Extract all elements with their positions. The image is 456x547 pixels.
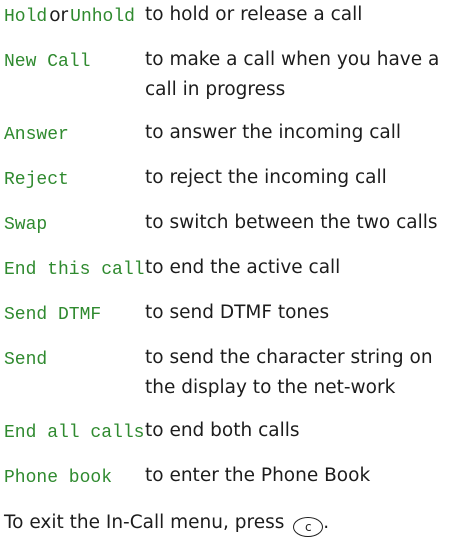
command-cell: End all calls (4, 416, 145, 461)
command-row-phone-book: Phone book to enter the Phone Book (4, 461, 452, 506)
command-description: to send the character string on the disp… (145, 347, 433, 398)
command-description: to switch between the two calls (145, 212, 438, 233)
exit-instruction: To exit the In-Call menu, press c. (4, 508, 452, 538)
command-cell: End this call (4, 253, 145, 298)
command-cell: New Call (4, 45, 145, 118)
command-row-new-call: New Call to make a call when you have a … (4, 45, 452, 118)
command-row-answer: Answer to answer the incoming call (4, 118, 452, 163)
command-end-all-calls: End all calls (4, 423, 145, 443)
command-row-reject: Reject to reject the incoming call (4, 163, 452, 208)
command-swap: Swap (4, 215, 48, 235)
command-hold: Hold (4, 7, 48, 27)
command-description: to reject the incoming call (145, 167, 387, 188)
command-row-hold: Hold or Unhold to hold or release a call (4, 0, 452, 45)
command-description: to enter the Phone Book (145, 465, 371, 486)
command-cell: Send (4, 343, 145, 416)
c-key-icon: c (293, 517, 324, 537)
command-description: to answer the incoming call (145, 122, 402, 143)
command-table: Hold or Unhold to hold or release a call N… (4, 0, 452, 506)
command-row-swap: Swap to switch between the two calls (4, 208, 452, 253)
command-cell: Reject (4, 163, 145, 208)
command-phone-book: Phone book (4, 468, 113, 488)
command-joiner: or (49, 5, 69, 26)
in-call-menu-options: Hold or Unhold to hold or release a call N… (4, 0, 452, 538)
command-row-end-this-call: End this call to end the active call (4, 253, 452, 298)
command-description: to end both calls (145, 420, 300, 441)
command-description: to end the active call (145, 257, 341, 278)
command-description: to send DTMF tones (145, 302, 330, 323)
command-cell: Answer (4, 118, 145, 163)
command-cell: Phone book (4, 461, 145, 506)
command-description: to make a call when you have a call in p… (145, 49, 440, 100)
command-cell: Hold or Unhold (4, 0, 145, 45)
command-row-end-all-calls: End all calls to end both calls (4, 416, 452, 461)
exit-instruction-end: . (323, 512, 330, 533)
command-row-send: Send to send the character string on the… (4, 343, 452, 416)
command-unhold: Unhold (70, 7, 135, 27)
command-row-send-dtmf: Send DTMF to send DTMF tones (4, 298, 452, 343)
command-send-dtmf: Send DTMF (4, 305, 102, 325)
command-cell: Swap (4, 208, 145, 253)
command-send: Send (4, 350, 48, 370)
command-description: to hold or release a call (145, 4, 363, 25)
command-answer: Answer (4, 125, 69, 145)
command-end-this-call: End this call (4, 260, 145, 280)
command-new-call: New Call (4, 52, 91, 72)
exit-instruction-text: To exit the In-Call menu, press (4, 512, 285, 533)
command-cell: Send DTMF (4, 298, 145, 343)
command-reject: Reject (4, 170, 69, 190)
